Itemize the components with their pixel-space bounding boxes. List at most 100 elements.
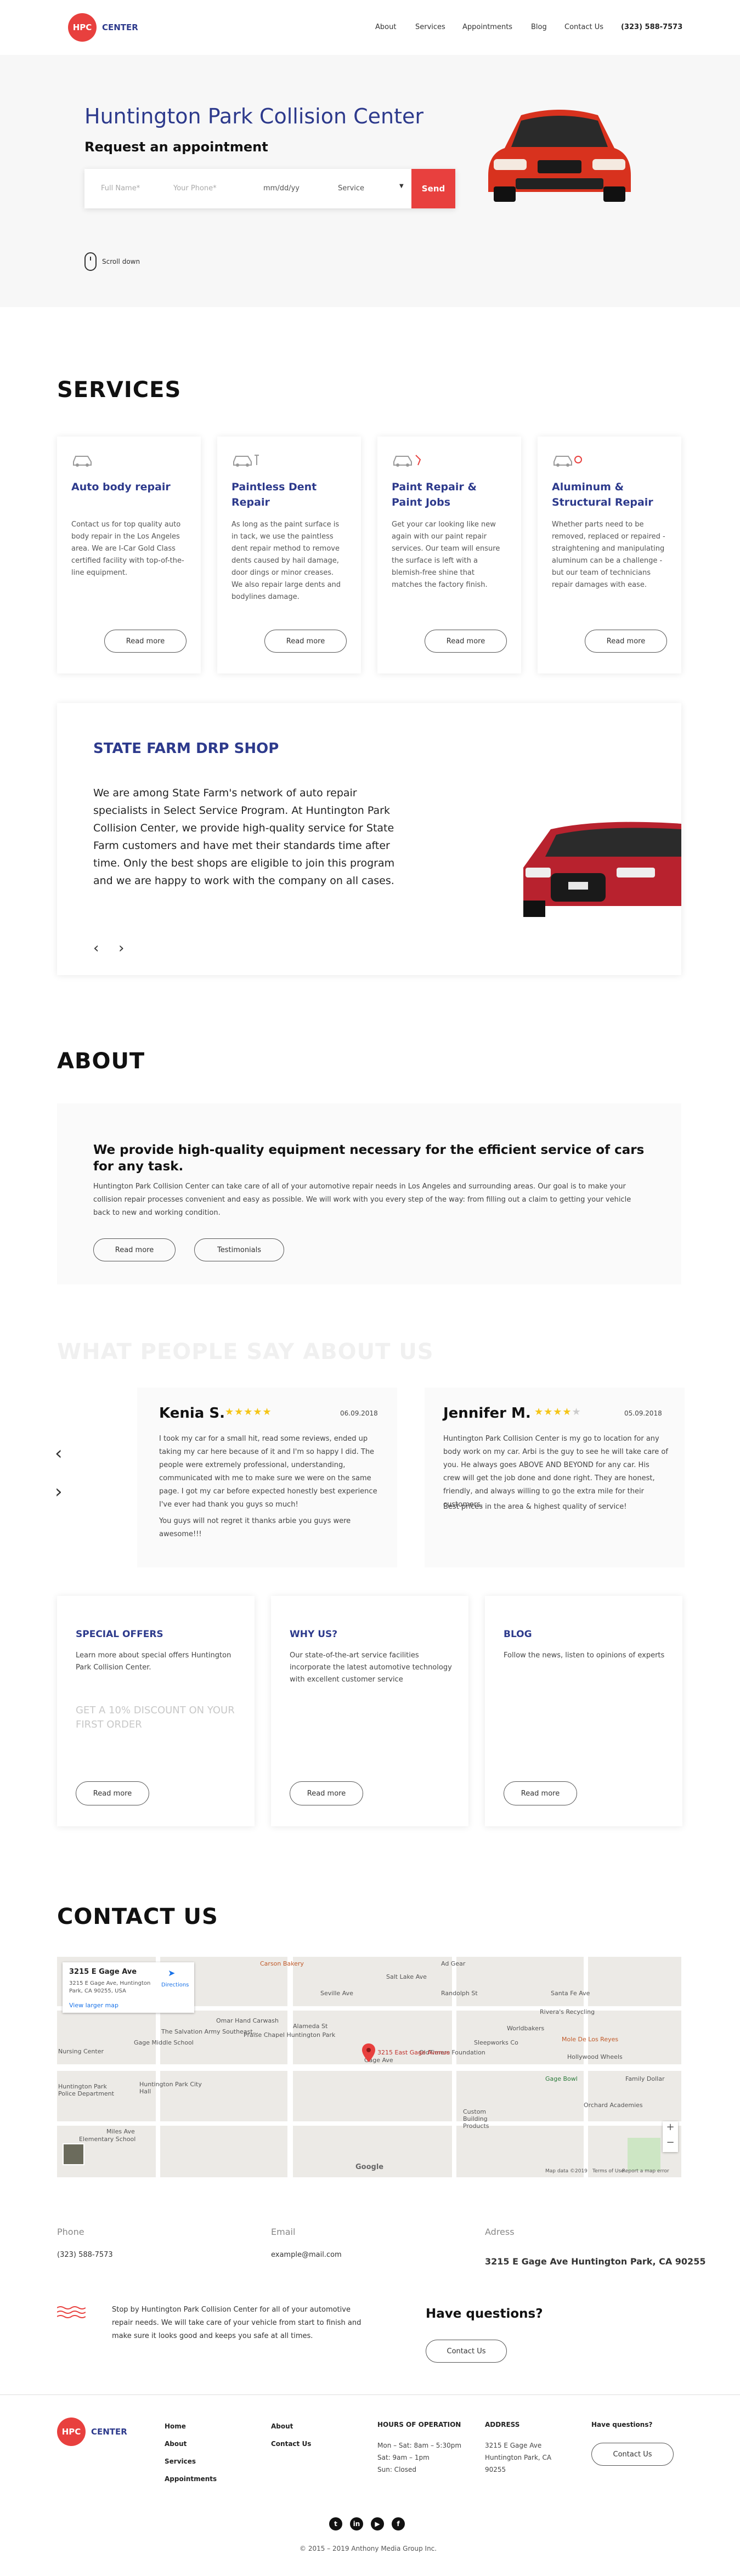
footer-link-about-2[interactable]: About <box>271 2418 311 2435</box>
map-report-link[interactable]: Report a map error <box>622 2169 669 2174</box>
logo-mark: HPC <box>57 2418 86 2446</box>
testimonials-button[interactable]: Testimonials <box>194 1238 284 1261</box>
nav-appointments[interactable]: Appointments <box>462 23 512 31</box>
nav-blog[interactable]: Blog <box>531 23 547 31</box>
footer-link-about[interactable]: About <box>165 2435 217 2453</box>
about-text: Huntington Park Collision Center can tak… <box>93 1182 631 1217</box>
send-button[interactable]: Send <box>411 169 455 208</box>
contact-blurb: Stop by Huntington Park Collision Center… <box>112 2306 361 2340</box>
footer-link-appointments[interactable]: Appointments <box>165 2470 217 2488</box>
full-name-input[interactable]: Full Name* <box>101 184 140 193</box>
next-arrow-icon[interactable]: › <box>118 940 124 956</box>
map-label: Seville Ave <box>320 1990 353 1997</box>
footer-logo[interactable]: HPC CENTER <box>57 2416 145 2447</box>
twitter-icon[interactable]: t <box>329 2517 342 2530</box>
facebook-icon[interactable]: f <box>392 2517 405 2530</box>
directions-link[interactable]: Directions <box>161 1982 189 1988</box>
nav-services[interactable]: Services <box>415 23 445 31</box>
map-label: Worldbakers <box>507 2025 545 2032</box>
youtube-icon[interactable]: ▶ <box>371 2517 384 2530</box>
service-card-title: Auto body repair <box>71 481 171 493</box>
map-pin-icon[interactable] <box>362 2043 375 2062</box>
drp-text: We are among State Farm's network of aut… <box>93 787 395 887</box>
read-more-button[interactable]: Read more <box>104 630 187 653</box>
read-more-button[interactable]: Read more <box>425 630 507 653</box>
contact-phone[interactable]: (323) 588-7573 <box>57 2251 113 2259</box>
contact-us-button[interactable]: Contact Us <box>426 2340 507 2363</box>
map-label: Family Dollar <box>625 2075 665 2082</box>
star-rating-icon: ★★★★★ <box>534 1406 581 1418</box>
service-card-text: Get your car looking like new again with… <box>392 520 500 589</box>
car-tool-icon <box>233 455 259 467</box>
drp-section: STATE FARM DRP SHOP We are among State F… <box>57 703 681 975</box>
satellite-toggle[interactable] <box>63 2143 84 2165</box>
questions-heading: Have questions? <box>426 2307 543 2321</box>
nav-contact[interactable]: Contact Us <box>564 23 603 31</box>
services-title: SERVICES <box>57 377 182 403</box>
testimonial-next-icon[interactable]: › <box>55 1481 63 1503</box>
hero-car-image <box>488 110 631 202</box>
map-label: Salt Lake Ave <box>386 1973 427 1980</box>
car-structure-icon <box>553 456 582 467</box>
address-label: Adress <box>485 2227 515 2237</box>
map-label: Alameda St <box>293 2023 328 2030</box>
map-label: Gage Middle School <box>134 2039 194 2046</box>
date-input[interactable]: mm/dd/yy <box>263 184 300 193</box>
car-icon <box>73 456 92 467</box>
prev-arrow-icon[interactable]: ‹ <box>93 940 99 956</box>
about-title: ABOUT <box>57 1049 145 1074</box>
footer-nav-1: Home About Services Appointments <box>165 2418 217 2488</box>
footer-link-services[interactable]: Services <box>165 2453 217 2470</box>
footer-link-contact[interactable]: Contact Us <box>271 2435 311 2453</box>
map-label: Rivera's Recycling <box>540 2008 595 2015</box>
map-label: Custom Building Products <box>463 2108 489 2130</box>
mouse-scroll-icon <box>84 252 97 271</box>
read-more-button[interactable]: Read more <box>264 630 347 653</box>
hours-line: Mon – Sat: 8am – 5:30pm <box>377 2442 462 2449</box>
star-rating-icon: ★★★★★ <box>225 1406 272 1418</box>
footer-questions: Have questions? <box>591 2421 652 2428</box>
wave-icon <box>57 2306 86 2318</box>
nav-about[interactable]: About <box>375 23 396 31</box>
map-label: Praise Chapel Huntington Park <box>244 2031 336 2039</box>
read-more-button[interactable]: Read more <box>76 1781 149 1805</box>
hours-line: Sun: Closed <box>377 2466 416 2473</box>
hero-title: Huntington Park Collision Center <box>84 104 424 128</box>
scroll-down-link[interactable]: Scroll down <box>102 258 140 265</box>
zoom-in-icon[interactable]: + <box>663 2121 678 2137</box>
footer-contact-button[interactable]: Contact Us <box>591 2443 674 2466</box>
phone-label: Phone <box>57 2227 84 2237</box>
service-card-aluminum: Aluminum & Structural Repair Whether par… <box>538 437 681 673</box>
testimonial-card: Jennifer M. ★★★★★ 05.09.2018 Huntington … <box>425 1388 685 1567</box>
why-us-card: WHY US? Our state-of-the-art service fac… <box>271 1596 468 1826</box>
copyright: © 2015 – 2019 Anthony Media Group Inc. <box>300 2545 437 2552</box>
logo[interactable]: HPC CENTER <box>68 12 156 43</box>
map-label: Orchard Academies <box>584 2102 643 2109</box>
read-more-button[interactable]: Read more <box>290 1781 363 1805</box>
testimonial-prev-icon[interactable]: ‹ <box>55 1442 63 1464</box>
linkedin-icon[interactable]: in <box>350 2517 363 2530</box>
directions-icon[interactable]: ➤ <box>168 1968 175 1978</box>
contact-email[interactable]: example@mail.com <box>271 2251 342 2259</box>
view-larger-map-link[interactable]: View larger map <box>69 2002 118 2009</box>
service-select[interactable]: Service <box>338 184 364 193</box>
service-card-text: As long as the paint surface is in tack,… <box>231 520 341 601</box>
footer-link-home[interactable]: Home <box>165 2418 217 2435</box>
review-date: 06.09.2018 <box>340 1409 378 1417</box>
read-more-button[interactable]: Read more <box>504 1781 577 1805</box>
map-label: Miles Ave <box>106 2128 135 2135</box>
blog-title: BLOG <box>504 1629 532 1640</box>
read-more-button[interactable]: Read more <box>585 630 667 653</box>
about-read-more-button[interactable]: Read more <box>93 1238 176 1261</box>
map-terms-link[interactable]: Terms of Use <box>592 2169 624 2174</box>
review-text-2: Best prices in the area & highest qualit… <box>443 1503 627 1511</box>
car-paint-icon <box>393 455 421 467</box>
map-label: Mole De Los Reyes <box>562 2036 619 2043</box>
site-header: HPC CENTER About Services Appointments B… <box>0 0 740 55</box>
testimonials-title: WHAT PEOPLE SAY ABOUT US <box>57 1339 434 1365</box>
zoom-out-icon[interactable]: − <box>663 2137 678 2152</box>
offers-card: SPECIAL OFFERS Learn more about special … <box>57 1596 255 1826</box>
phone-input[interactable]: Your Phone* <box>173 184 217 193</box>
header-phone[interactable]: (323) 588-7573 <box>621 23 682 31</box>
location-map[interactable]: Carson Bakery Ad Gear Randolph St Santa … <box>57 1957 681 2177</box>
